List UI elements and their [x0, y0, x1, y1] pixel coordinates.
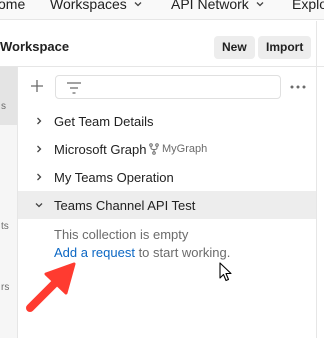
collection-item-get-team-details[interactable]: Get Team Details — [18, 107, 316, 135]
nav-explore-label: Explo — [292, 0, 324, 12]
import-button[interactable]: Import — [258, 36, 312, 59]
fork-icon — [149, 143, 159, 155]
rail-item-label: rs — [1, 282, 10, 293]
add-request-suffix: to start working. — [134, 245, 231, 260]
nav-workspaces-label: Workspaces — [50, 0, 127, 12]
nav-explore[interactable]: Explo — [292, 0, 324, 12]
panel-divider — [316, 21, 317, 338]
chevron-right-icon[interactable] — [34, 172, 44, 182]
collection-label: Teams Channel API Test — [54, 197, 196, 213]
filter-icon — [67, 82, 81, 94]
top-nav: ome Workspaces API Network Explo — [0, 0, 324, 20]
collection-label: My Teams Operation — [54, 169, 174, 185]
nav-home-label: ome — [0, 0, 26, 12]
annotation-arrow-icon — [26, 262, 76, 312]
mouse-cursor-icon — [219, 262, 232, 282]
more-options-icon[interactable] — [290, 85, 306, 89]
collection-item-my-teams-operation[interactable]: My Teams Operation — [18, 163, 316, 191]
chevron-down-icon[interactable] — [34, 200, 44, 210]
nav-api-network-label: API Network — [171, 0, 249, 12]
chevron-down-icon — [134, 2, 142, 7]
fork-tag: MyGraph — [149, 143, 207, 155]
collection-label: Get Team Details — [54, 113, 154, 129]
empty-collection-hint: Add a request to start working. — [54, 245, 230, 260]
new-button[interactable]: New — [214, 36, 255, 59]
sidebar-rail: s ts rs — [0, 67, 18, 338]
workspace-header: Workspace New Import — [0, 21, 324, 67]
fork-label: MyGraph — [162, 143, 208, 155]
rail-item-collections[interactable]: s — [0, 67, 17, 125]
nav-home[interactable]: ome — [0, 0, 25, 12]
chevron-down-icon — [256, 2, 264, 7]
collection-item-teams-channel-api-test[interactable]: Teams Channel API Test — [18, 191, 316, 219]
nav-api-network[interactable]: API Network — [171, 0, 265, 12]
empty-collection-message: This collection is empty — [54, 227, 189, 242]
collection-label: Microsoft Graph — [54, 141, 147, 157]
plus-icon[interactable] — [30, 79, 44, 93]
add-request-link[interactable]: Add a request — [54, 245, 135, 260]
chevron-right-icon[interactable] — [34, 144, 44, 154]
collection-item-microsoft-graph[interactable]: Microsoft Graph MyGraph — [18, 135, 316, 163]
nav-workspaces[interactable]: Workspaces — [50, 0, 143, 12]
filter-input[interactable] — [55, 75, 281, 99]
rail-item-label: ts — [1, 221, 9, 232]
rail-item-label: s — [1, 101, 6, 112]
workspace-title: Workspace — [0, 39, 70, 54]
chevron-right-icon[interactable] — [34, 116, 44, 126]
